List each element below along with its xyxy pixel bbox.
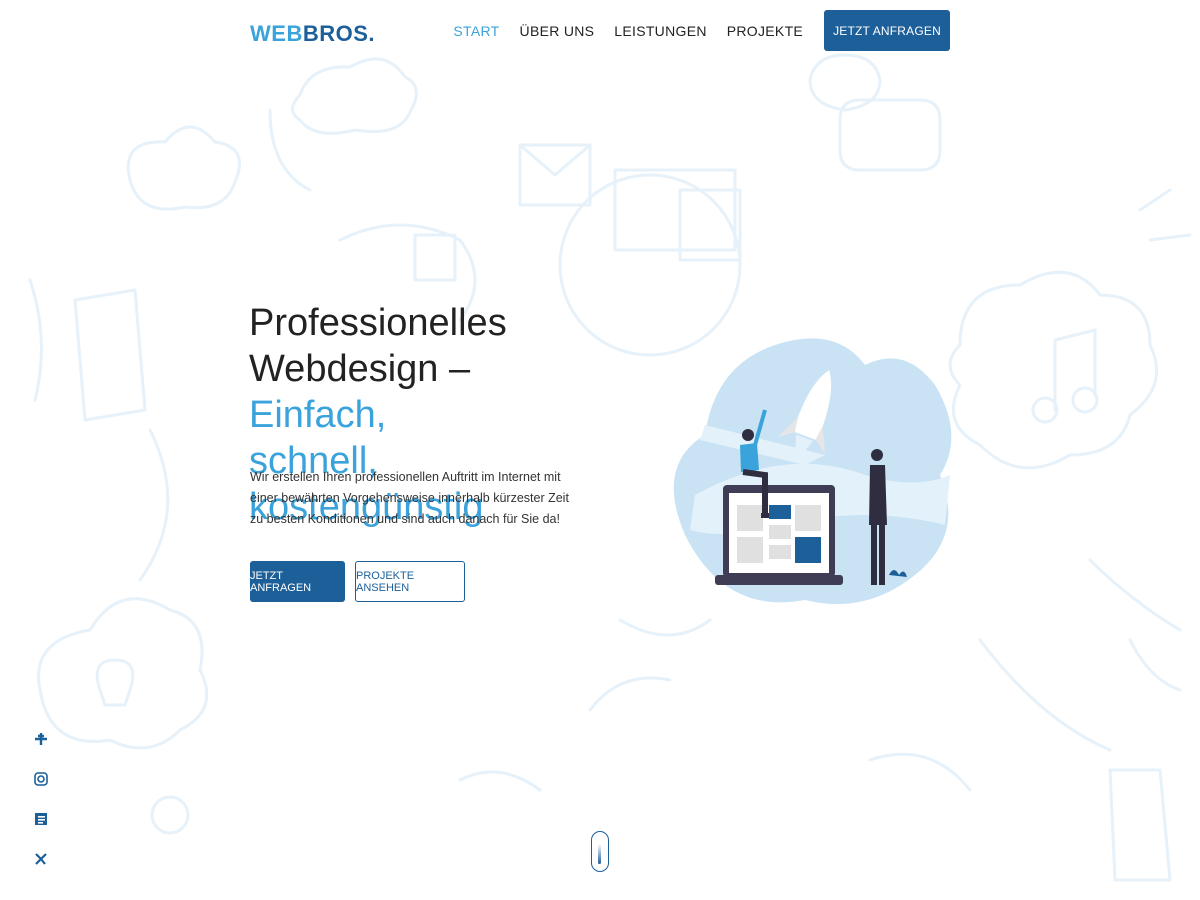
social-sidebar [32,730,50,890]
hero-title-line1: Professionelles [249,302,507,344]
blog-icon[interactable] [32,810,50,828]
logo-text-web: WEB [250,21,303,46]
logo[interactable]: WEBBROS. [250,21,375,47]
background-doodles [28,53,1192,882]
hero-title-line2: Webdesign – [249,348,471,390]
projekte-ansehen-button[interactable]: PROJEKTE ANSEHEN [355,561,465,602]
facebook-icon[interactable] [32,730,50,748]
scroll-indicator-dot [598,844,601,864]
nav-cta-button[interactable]: JETZT ANFRAGEN [824,10,950,51]
xing-icon[interactable] [32,850,50,868]
nav-item-projekte[interactable]: PROJEKTE [727,23,803,39]
nav-item-ueber-uns[interactable]: ÜBER UNS [520,23,595,39]
scroll-down-indicator[interactable] [591,831,609,872]
hero-title-highlight-1: Einfach, [249,394,387,436]
hero-description: Wir erstellen Ihren professionellen Auft… [250,470,569,526]
jetzt-anfragen-button[interactable]: JETZT ANFRAGEN [250,561,345,602]
instagram-icon[interactable] [32,770,50,788]
hero-illustration [673,338,952,605]
nav-item-start[interactable]: START [453,23,499,39]
site-header: WEBBROS. START ÜBER UNS LEISTUNGEN PROJE… [250,10,950,52]
nav-item-leistungen[interactable]: LEISTUNGEN [614,23,706,39]
logo-text-bros: BROS. [302,21,376,46]
main-nav: START ÜBER UNS LEISTUNGEN PROJEKTE JETZT… [433,10,950,51]
